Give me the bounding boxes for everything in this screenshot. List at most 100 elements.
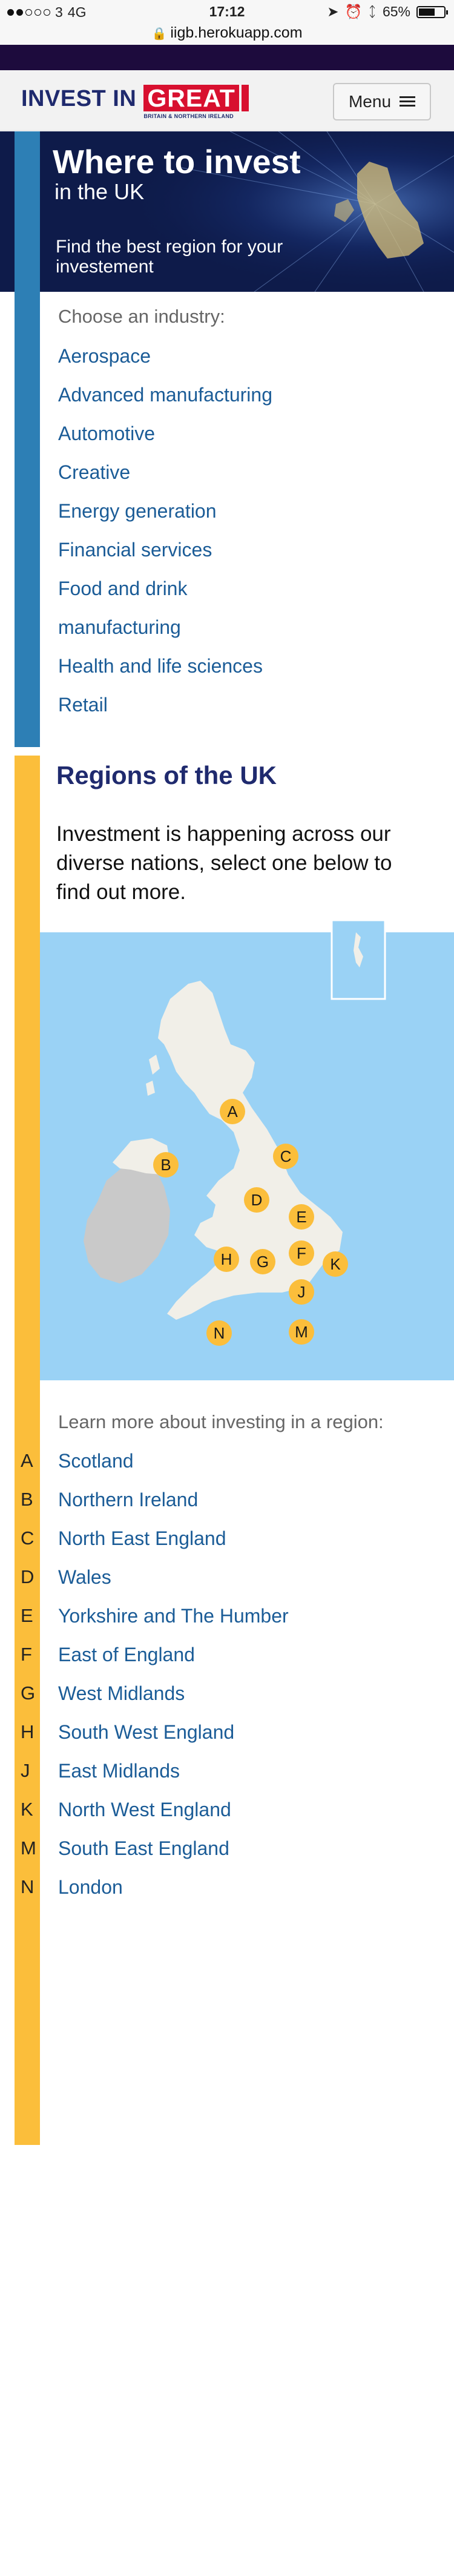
region-item[interactable]: D Wales: [0, 1565, 424, 1604]
region-letter: J: [21, 1760, 30, 1781]
region-marker-label: N: [214, 1324, 225, 1342]
logo-flag-icon: [241, 85, 249, 111]
hamburger-icon: [400, 96, 416, 107]
battery-icon: [416, 5, 448, 18]
uk-map-svg: A B C D EF G H J K M N: [40, 920, 454, 1380]
region-marker-label: C: [280, 1147, 292, 1165]
logo-great-mark: GREAT BRITAIN & NORTHERN IRELAND: [143, 85, 249, 119]
region-letter: F: [21, 1644, 32, 1665]
region-letter: E: [21, 1605, 33, 1626]
site-logo[interactable]: INVEST IN GREAT BRITAIN & NORTHERN IRELA…: [21, 85, 249, 119]
region-item[interactable]: A Scotland: [0, 1449, 424, 1487]
region-link[interactable]: East of England: [58, 1642, 195, 1667]
region-link[interactable]: South East England: [58, 1836, 229, 1860]
region-marker-label: E: [296, 1208, 306, 1226]
battery-percent: 65%: [382, 4, 410, 19]
industry-link[interactable]: Food and drink: [58, 576, 272, 615]
region-item[interactable]: F East of England: [0, 1642, 424, 1681]
region-marker-a[interactable]: A: [220, 1099, 245, 1124]
region-marker-e[interactable]: E: [289, 1204, 314, 1230]
region-marker-h[interactable]: H: [214, 1247, 239, 1272]
hero-title: Where to invest: [53, 143, 301, 180]
industry-link[interactable]: Automotive: [58, 421, 272, 460]
region-link[interactable]: North West England: [58, 1797, 231, 1822]
hero-banner: Where to invest in the UK Find the best …: [0, 131, 454, 292]
region-link[interactable]: London: [58, 1875, 123, 1899]
hero-subtitle: in the UK: [54, 179, 145, 204]
battery-fill: [419, 8, 435, 16]
region-marker-f[interactable]: F: [289, 1240, 314, 1266]
industry-link[interactable]: Health and life sciences: [58, 654, 272, 693]
site-header: INVEST IN GREAT BRITAIN & NORTHERN IRELA…: [0, 70, 454, 131]
region-link[interactable]: North East England: [58, 1526, 226, 1550]
region-letter: B: [21, 1489, 33, 1510]
learn-more-label: Learn more about investing in a region:: [58, 1411, 384, 1432]
region-marker-label: F: [297, 1244, 306, 1262]
region-letter: N: [21, 1876, 35, 1897]
region-marker-m[interactable]: M: [289, 1319, 314, 1345]
region-item[interactable]: K North West England: [0, 1797, 424, 1836]
region-marker-j[interactable]: J: [289, 1279, 314, 1305]
region-marker-n[interactable]: N: [206, 1320, 232, 1346]
region-link[interactable]: East Midlands: [58, 1759, 180, 1783]
region-marker-label: J: [298, 1283, 306, 1301]
industry-link[interactable]: Advanced manufacturing: [58, 383, 272, 421]
region-marker-label: G: [257, 1253, 269, 1271]
region-letter: M: [21, 1837, 36, 1859]
industry-list: Aerospace Advanced manufacturing Automot…: [58, 344, 272, 731]
industry-accent-bar: [15, 292, 40, 747]
region-marker-label: B: [160, 1156, 171, 1174]
region-marker-d[interactable]: D: [244, 1187, 269, 1213]
region-marker-label: K: [330, 1255, 341, 1273]
menu-button[interactable]: Menu: [333, 83, 431, 120]
region-marker-c[interactable]: C: [273, 1144, 298, 1169]
region-marker-label: H: [221, 1250, 232, 1268]
region-letter: C: [21, 1527, 35, 1549]
lock-icon: 🔒: [151, 27, 167, 41]
region-link[interactable]: Scotland: [58, 1449, 134, 1473]
industry-link[interactable]: manufacturing: [58, 615, 272, 654]
logo-invest-text: INVEST IN: [21, 86, 137, 111]
region-link[interactable]: West Midlands: [58, 1681, 185, 1705]
location-icon: ➤: [327, 4, 339, 19]
url-text: iigb.herokuapp.com: [170, 24, 303, 41]
region-item[interactable]: M South East England: [0, 1836, 424, 1875]
alarm-icon: ⏰: [344, 4, 363, 19]
logo-great-text: GREAT: [143, 85, 239, 111]
region-marker-g[interactable]: G: [250, 1249, 275, 1274]
region-letter: A: [21, 1450, 33, 1471]
industry-link[interactable]: Energy generation: [58, 499, 272, 538]
region-marker-b[interactable]: B: [153, 1152, 179, 1178]
hero-text: Find the best region for your investemen…: [56, 237, 283, 277]
region-letter: D: [21, 1566, 35, 1587]
region-item[interactable]: J East Midlands: [0, 1759, 424, 1797]
region-link[interactable]: Wales: [58, 1565, 111, 1589]
region-item[interactable]: C North East England: [0, 1526, 424, 1565]
region-marker-k[interactable]: K: [323, 1251, 348, 1277]
region-link[interactable]: Yorkshire and The Humber: [58, 1604, 289, 1628]
region-item[interactable]: B Northern Ireland: [0, 1487, 424, 1526]
industry-link[interactable]: Aerospace: [58, 344, 272, 383]
industry-link[interactable]: Creative: [58, 460, 272, 499]
region-item[interactable]: E Yorkshire and The Humber: [0, 1604, 424, 1642]
region-marker-label: D: [251, 1191, 263, 1209]
region-item[interactable]: N London: [0, 1875, 424, 1914]
region-item[interactable]: G West Midlands: [0, 1681, 424, 1720]
industry-label: Choose an industry:: [58, 306, 225, 327]
bluetooth-icon: ᛨ: [368, 4, 377, 19]
menu-label: Menu: [348, 92, 392, 111]
region-marker-label: A: [227, 1102, 238, 1121]
region-link[interactable]: South West England: [58, 1720, 234, 1744]
address-bar[interactable]: 🔒 iigb.herokuapp.com: [0, 24, 454, 45]
logo-tagline: BRITAIN & NORTHERN IRELAND: [143, 113, 234, 119]
region-letter: H: [21, 1721, 35, 1742]
region-letter: K: [21, 1799, 33, 1820]
region-marker-label: M: [295, 1323, 308, 1341]
industry-link[interactable]: Financial services: [58, 538, 272, 576]
regions-title: Regions of the UK: [56, 761, 277, 789]
region-list: A Scotland B Northern Ireland C North East …: [0, 1449, 424, 1914]
region-item[interactable]: H South West England: [0, 1720, 424, 1759]
region-link[interactable]: Northern Ireland: [58, 1487, 198, 1512]
status-bar: 3 4G 17:12 ➤ ⏰ ᛨ 65%: [0, 0, 454, 24]
industry-link[interactable]: Retail: [58, 693, 272, 731]
